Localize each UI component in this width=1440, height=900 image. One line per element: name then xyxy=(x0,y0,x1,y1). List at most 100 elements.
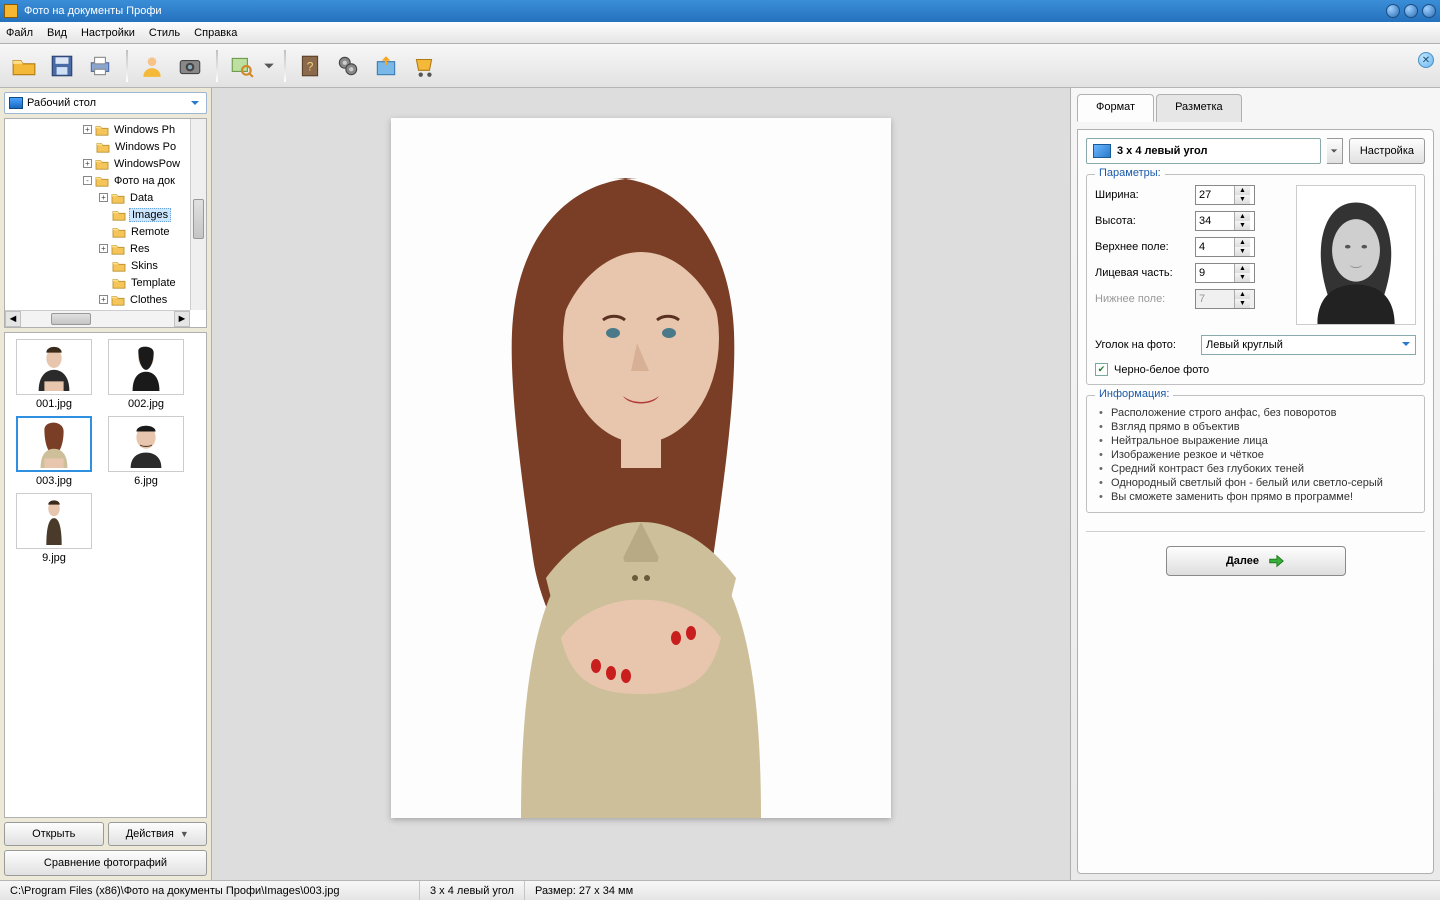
user-button[interactable] xyxy=(134,49,170,83)
corner-dropdown-icon xyxy=(1401,339,1411,352)
path-combo-label: Рабочий стол xyxy=(27,97,96,109)
bw-checkbox[interactable]: ✔ xyxy=(1095,363,1108,376)
tab-panel-format: 3 x 4 левый угол Настройка Параметры: Ши… xyxy=(1077,129,1434,874)
status-path: C:\Program Files (x86)\Фото на документы… xyxy=(0,881,420,900)
info-item: Взгляд прямо в объектив xyxy=(1099,420,1416,434)
top-margin-spinner[interactable]: ▲▼ xyxy=(1195,237,1255,257)
desktop-icon xyxy=(9,97,23,109)
arrow-right-icon xyxy=(1267,552,1285,570)
tree-vertical-scrollbar[interactable] xyxy=(190,119,206,310)
video-button[interactable] xyxy=(330,49,366,83)
path-dropdown-icon[interactable] xyxy=(188,96,202,110)
bw-checkbox-row[interactable]: ✔ Черно-белое фото xyxy=(1095,363,1416,376)
face-area-spinner[interactable]: ▲▼ xyxy=(1195,263,1255,283)
compare-button[interactable]: Сравнение фотографий xyxy=(4,850,207,876)
menu-help[interactable]: Справка xyxy=(194,27,237,39)
thumbnails-grid[interactable]: 001.jpg002.jpg003.jpg6.jpg9.jpg xyxy=(4,332,207,818)
tab-layout[interactable]: Разметка xyxy=(1156,94,1242,122)
bottom-margin-label: Нижнее поле: xyxy=(1095,293,1195,305)
photo-preview[interactable] xyxy=(391,118,891,818)
toolbar: ? ✕ xyxy=(0,44,1440,88)
format-dropdown-button[interactable] xyxy=(1327,138,1343,164)
info-item: Средний контраст без глубоких теней xyxy=(1099,462,1416,476)
menu-view[interactable]: Вид xyxy=(47,27,67,39)
open-button[interactable]: Открыть xyxy=(4,822,104,846)
tree-item[interactable]: Skins xyxy=(5,257,206,274)
menubar: Файл Вид Настройки Стиль Справка xyxy=(0,22,1440,44)
tree-item[interactable]: +Res xyxy=(5,240,206,257)
height-label: Высота: xyxy=(1095,215,1195,227)
format-icon xyxy=(1093,144,1111,158)
menu-settings[interactable]: Настройки xyxy=(81,27,135,39)
params-preview xyxy=(1296,185,1416,325)
status-size: Размер: 27 x 34 мм xyxy=(525,881,643,900)
image-search-dropdown[interactable] xyxy=(262,49,276,83)
next-button[interactable]: Далее xyxy=(1166,546,1346,576)
main-area: Рабочий стол +Windows PhWindows Po+Windo… xyxy=(0,88,1440,880)
format-combo[interactable]: 3 x 4 левый угол xyxy=(1086,138,1321,164)
thumbnail-item[interactable]: 9.jpg xyxy=(11,493,97,564)
format-selector-row: 3 x 4 левый угол Настройка xyxy=(1086,138,1425,164)
tree-item[interactable]: +WindowsPow xyxy=(5,155,206,172)
info-item: Нейтральное выражение лица xyxy=(1099,434,1416,448)
titlebar: Фото на документы Профи xyxy=(0,0,1440,22)
tree-item[interactable]: Template xyxy=(5,274,206,291)
tree-item[interactable]: +Data xyxy=(5,189,206,206)
panel-close-icon[interactable]: ✕ xyxy=(1418,52,1434,68)
info-item: Однородный светлый фон - белый или светл… xyxy=(1099,476,1416,490)
thumbnail-item[interactable]: 6.jpg xyxy=(103,416,189,487)
preview-area xyxy=(212,88,1070,880)
thumbnail-item[interactable]: 002.jpg xyxy=(103,339,189,410)
camera-button[interactable] xyxy=(172,49,208,83)
right-tabs: Формат Разметка xyxy=(1077,94,1434,122)
left-buttons-row: Открыть Действия▼ xyxy=(4,822,207,846)
tree-item[interactable]: +Windows Ph xyxy=(5,121,206,138)
tree-horizontal-scrollbar[interactable]: ◄► xyxy=(5,310,190,327)
width-spinner[interactable]: ▲▼ xyxy=(1195,185,1255,205)
info-item: Вы сможете заменить фон прямо в программ… xyxy=(1099,490,1416,504)
tree-item[interactable]: Windows Po xyxy=(5,138,206,155)
format-settings-button[interactable]: Настройка xyxy=(1349,138,1425,164)
width-label: Ширина: xyxy=(1095,189,1195,201)
folder-tree[interactable]: +Windows PhWindows Po+WindowsPow-Фото на… xyxy=(4,118,207,328)
tree-item[interactable]: +Clothes xyxy=(5,291,206,308)
minimize-button[interactable] xyxy=(1386,4,1400,18)
info-item: Расположение строго анфас, без поворотов xyxy=(1099,406,1416,420)
menu-style[interactable]: Стиль xyxy=(149,27,180,39)
tab-format[interactable]: Формат xyxy=(1077,94,1154,122)
window-title: Фото на документы Профи xyxy=(24,5,1382,17)
cart-button[interactable] xyxy=(406,49,442,83)
bw-checkbox-label: Черно-белое фото xyxy=(1114,364,1209,376)
status-bar: C:\Program Files (x86)\Фото на документы… xyxy=(0,880,1440,900)
print-button[interactable] xyxy=(82,49,118,83)
path-combo[interactable]: Рабочий стол xyxy=(4,92,207,114)
maximize-button[interactable] xyxy=(1404,4,1418,18)
help-button[interactable]: ? xyxy=(292,49,328,83)
tree-item[interactable]: Remote xyxy=(5,223,206,240)
format-label: 3 x 4 левый угол xyxy=(1117,145,1207,157)
corner-value: Левый круглый xyxy=(1206,339,1283,351)
svg-text:?: ? xyxy=(307,59,314,73)
bottom-margin-spinner: ▲▼ xyxy=(1195,289,1255,309)
info-list: Расположение строго анфас, без поворотов… xyxy=(1095,406,1416,504)
close-button[interactable] xyxy=(1422,4,1436,18)
share-button[interactable] xyxy=(368,49,404,83)
thumbnail-item[interactable]: 003.jpg xyxy=(11,416,97,487)
info-title: Информация: xyxy=(1095,388,1173,400)
corner-combo[interactable]: Левый круглый xyxy=(1201,335,1416,355)
height-spinner[interactable]: ▲▼ xyxy=(1195,211,1255,231)
actions-button[interactable]: Действия▼ xyxy=(108,822,208,846)
thumbnail-item[interactable]: 001.jpg xyxy=(11,339,97,410)
open-folder-button[interactable] xyxy=(6,49,42,83)
top-margin-label: Верхнее поле: xyxy=(1095,241,1195,253)
menu-file[interactable]: Файл xyxy=(6,27,33,39)
image-search-button[interactable] xyxy=(224,49,260,83)
save-button[interactable] xyxy=(44,49,80,83)
tree-item[interactable]: Images xyxy=(5,206,206,223)
params-title: Параметры: xyxy=(1095,167,1165,179)
right-panel: Формат Разметка 3 x 4 левый угол Настрой… xyxy=(1070,88,1440,880)
corner-label: Уголок на фото: xyxy=(1095,339,1195,351)
app-icon xyxy=(4,4,18,18)
tree-item[interactable]: -Фото на док xyxy=(5,172,206,189)
info-item: Изображение резкое и чёткое xyxy=(1099,448,1416,462)
